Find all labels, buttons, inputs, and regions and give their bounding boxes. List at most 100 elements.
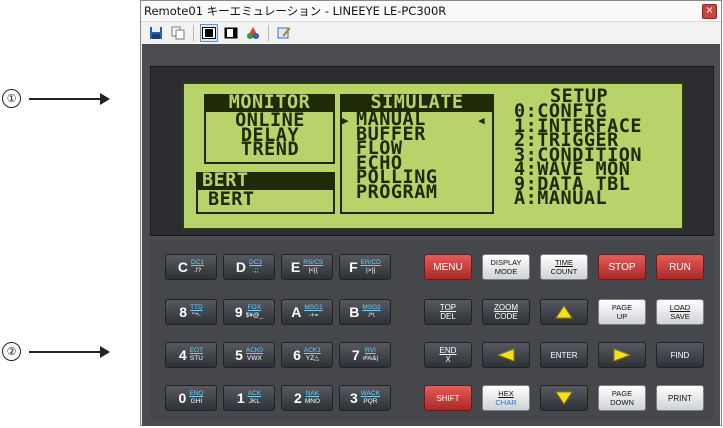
arrow-left-icon [497,348,515,362]
key-3-top: WACK [360,390,381,397]
top-del-button[interactable]: TOP DEL [424,299,472,325]
key-2-main: 2 [294,390,302,406]
find-button[interactable]: FIND [656,342,704,368]
run-button[interactable]: RUN [656,254,704,280]
key-8-bottom: "'^- [192,312,201,319]
key-9-main: 9 [234,304,243,320]
key-b-main: B [349,304,360,320]
end-x-bottom: X [445,355,451,364]
key-5[interactable]: 5 ACK0 VWX [223,342,275,368]
key-1-bottom: JKL [248,398,260,405]
menu-label: MENU [433,261,463,273]
key-e-bottom: |<[{ [308,267,318,274]
page-up-top: PAGE [611,303,633,312]
key-7[interactable]: 7 RVI #%&| [339,342,391,368]
arrow-right-button[interactable] [598,342,646,368]
key-f-main: F [349,259,358,275]
key-1[interactable]: 1 ACK JKL [223,385,275,411]
callout-arrow-1 [29,92,110,105]
key-e[interactable]: E RS/CS |<[{ [281,254,333,280]
hex-char-button[interactable]: HEX CHAR [482,385,530,411]
keypad: C DC1.!? D DC3.;; E RS/CS |<[{ F ER/CD |>}] ME… [150,240,714,420]
key-9-bottom: $¥@_ [245,312,264,319]
key-b[interactable]: B MSG2/*\ [339,299,391,325]
key-2-bottom: MNO [304,398,320,405]
key-2[interactable]: 2 NAK MNO [281,385,333,411]
color-icon[interactable] [244,24,262,42]
key-b-bottom: /*\ [368,312,375,319]
key-5-bottom: VWX [246,355,262,362]
key-4[interactable]: 4 EOT STU [165,342,217,368]
page-up-button[interactable]: PAGE UP [598,299,646,325]
display-mode-1-icon[interactable] [200,24,218,42]
key-1-main: 1 [236,390,245,406]
menu-button[interactable]: MENU [424,254,472,280]
end-x-top: END [439,346,457,355]
setup-items[interactable]: 0:CONFIG 1:INTERFACE 2:TRIGGER 3:CONDITI… [514,102,642,207]
key-b-top: MSG2 [362,304,381,311]
bert-item[interactable]: BERT [208,191,255,209]
page-up-bottom: UP [616,312,628,321]
print-button[interactable]: PRINT [656,385,704,411]
end-x-button[interactable]: END X [424,342,472,368]
display-mode-bottom: MODE [494,267,518,276]
key-3[interactable]: 3 WACK PQR [339,385,391,411]
monitor-items[interactable]: ONLINE DELAY TREND [216,111,324,158]
enter-button[interactable]: ENTER [540,342,588,368]
key-7-bottom: #%&| [362,355,379,362]
key-6[interactable]: 6 ACK1 YZ△ [281,342,333,368]
key-d-main: D [235,259,247,275]
key-0[interactable]: 0 ENQ GHI [165,385,217,411]
page-down-bottom: DOWN [610,398,634,407]
callout-1: ① [2,89,110,108]
edit-icon[interactable] [275,24,293,42]
cursor-right-icon: ◀ [478,114,486,127]
key-c-top: DC1 [191,259,205,266]
title-bar: Remote01 キーエミュレーション - LINEEYE LE-PC300R … [141,1,721,22]
key-f[interactable]: F ER/CD |>}] [339,254,391,280]
key-1-top: ACK [247,390,262,397]
save-icon[interactable] [147,24,165,42]
key-a-bottom: -+= [308,312,319,319]
key-2-top: NAK [305,390,320,397]
close-button[interactable]: × [702,3,717,19]
display-mode-2-icon[interactable] [222,24,240,42]
key-c-main: C [177,259,189,275]
display-mode-button[interactable]: DISPLAY MODE [482,254,530,280]
key-9-top: FOX [247,304,262,311]
arrow-left-button[interactable] [482,342,530,368]
stop-button[interactable]: STOP [598,254,646,280]
key-5-top: ACK0 [245,347,263,354]
key-a[interactable]: A MSG1 -+= [281,299,333,325]
load-save-button[interactable]: LOAD SAVE [656,299,704,325]
key-c[interactable]: C DC1.!? [165,254,217,280]
key-7-top: RVI [365,347,376,354]
key-8-top: TTD [190,304,203,311]
copy-icon[interactable] [169,24,187,42]
lcd-screen: MONITOR ONLINE DELAY TREND BERT BERT SIM… [182,82,684,230]
shift-button[interactable]: SHIFT [424,385,472,411]
key-4-top: EOT [189,347,204,354]
arrow-down-button[interactable] [540,385,588,411]
key-d[interactable]: D DC3.;; [223,254,275,280]
key-9[interactable]: 9 FOX $¥@_ [223,299,275,325]
toolbar-separator [193,25,194,41]
key-d-bottom: .;; [252,267,259,274]
zoom-code-button[interactable]: ZOOM CODE [482,299,530,325]
time-count-bottom: COUNT [550,267,578,276]
time-count-button[interactable]: TIME COUNT [540,254,588,280]
key-0-top: ENQ [189,390,204,397]
key-3-main: 3 [349,390,358,406]
page-down-button[interactable]: PAGE DOWN [598,385,646,411]
toolbar [141,22,721,45]
cursor-left-icon: ▶ [342,114,350,127]
simulate-items[interactable]: MANUAL BUFFER FLOW ECHO POLLING PROGRAM [356,110,437,201]
zoom-code-bottom: CODE [494,312,518,321]
display-mode-top: DISPLAY [490,258,522,267]
arrow-down-icon [555,391,573,405]
window-title: Remote01 キーエミュレーション - LINEEYE LE-PC300R [144,4,447,18]
arrow-up-button[interactable] [540,299,588,325]
key-8[interactable]: 8 TTD "'^- [165,299,217,325]
hex-char-bottom: CHAR [495,398,517,407]
key-4-main: 4 [178,347,187,363]
